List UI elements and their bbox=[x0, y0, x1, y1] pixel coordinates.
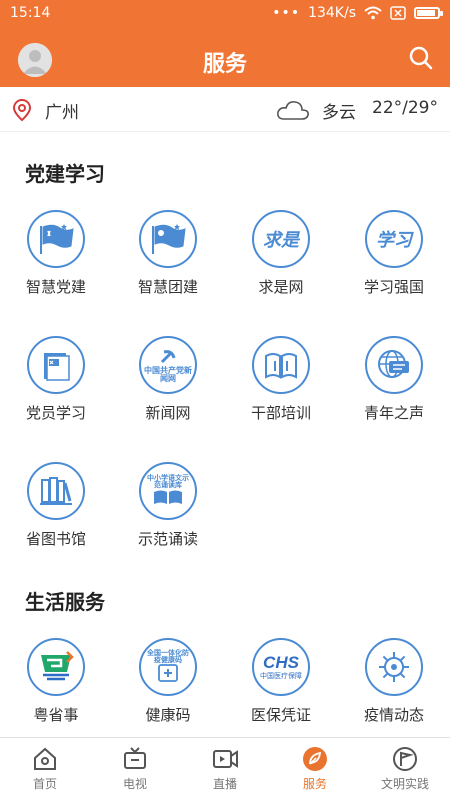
bookshelf-icon bbox=[27, 462, 85, 520]
app-header: 服务 bbox=[0, 27, 450, 87]
service-label: 党员学习 bbox=[25, 404, 86, 422]
flag-youth-icon bbox=[139, 210, 197, 268]
service-item-yueshengshi[interactable]: 粤省事 bbox=[0, 638, 112, 725]
service-label: 粤省事 bbox=[33, 706, 79, 724]
weather-condition: 多云 bbox=[322, 103, 356, 123]
service-item-provincial-library[interactable]: 省图书馆 bbox=[0, 462, 112, 549]
cloud-icon bbox=[277, 101, 309, 120]
page-title: 服务 bbox=[202, 52, 247, 77]
temperature-range: 22°/29° bbox=[372, 98, 438, 118]
service-leaf-icon bbox=[303, 747, 327, 771]
service-item-news[interactable]: 中国共产党新闻网 新闻网 bbox=[112, 336, 224, 423]
network-speed: 134K/s bbox=[308, 5, 356, 21]
tab-live[interactable]: 直播 bbox=[180, 738, 270, 792]
service-item-xuexi[interactable]: 学习 学习强国 bbox=[338, 210, 450, 297]
service-item-youth-voice[interactable]: 青年之声 bbox=[338, 336, 450, 423]
status-time: 15:14 bbox=[10, 5, 51, 21]
home-icon bbox=[34, 747, 56, 770]
service-label: 新闻网 bbox=[145, 404, 191, 422]
service-item-model-reading[interactable]: 中小学语文示范诵读库 示范诵读 bbox=[112, 462, 224, 549]
qiushi-calligraphy-icon: 求是 bbox=[252, 210, 310, 268]
service-label: 智慧团建 bbox=[137, 278, 198, 296]
tab-service[interactable]: 服务 bbox=[270, 738, 360, 792]
tab-civilization-practice[interactable]: 文明实践 bbox=[360, 738, 450, 792]
service-label: 智慧党建 bbox=[25, 278, 86, 296]
service-item-qiushi[interactable]: 求是 求是网 bbox=[225, 210, 337, 297]
yueshengshi-icon bbox=[27, 638, 85, 696]
section-title-life: 生活服务 bbox=[25, 590, 105, 614]
service-item-party-study[interactable]: 党员学习 bbox=[0, 336, 112, 423]
service-item-epidemic-news[interactable]: 疫情动态 bbox=[338, 638, 450, 725]
service-item-medical-insurance[interactable]: CHS 中国医疗保障 医保凭证 bbox=[225, 638, 337, 725]
chs-icon: CHS 中国医疗保障 bbox=[252, 638, 310, 696]
service-item-smart-youth[interactable]: 智慧团建 bbox=[112, 210, 224, 297]
flag-party-icon bbox=[27, 210, 85, 268]
search-icon[interactable] bbox=[408, 45, 434, 71]
tab-tv[interactable]: 电视 bbox=[90, 738, 180, 792]
service-label: 青年之声 bbox=[363, 404, 424, 422]
service-label: 干部培训 bbox=[250, 404, 311, 422]
sim-x-icon bbox=[390, 6, 406, 20]
globe-message-icon bbox=[365, 336, 423, 394]
service-label: 示范诵读 bbox=[137, 530, 198, 548]
service-label: 求是网 bbox=[258, 278, 304, 296]
flag-circle-icon bbox=[393, 747, 417, 771]
open-book-icon bbox=[252, 336, 310, 394]
section-title-party: 党建学习 bbox=[25, 162, 105, 186]
reading-book-icon: 中小学语文示范诵读库 bbox=[139, 462, 197, 520]
virus-icon bbox=[365, 638, 423, 696]
party-news-icon: 中国共产党新闻网 bbox=[139, 336, 197, 394]
wifi-icon bbox=[364, 6, 382, 20]
service-item-cadre-training[interactable]: 干部培训 bbox=[225, 336, 337, 423]
health-code-icon: 全国一体化防疫健康码 bbox=[139, 638, 197, 696]
service-item-smart-party[interactable]: 智慧党建 bbox=[0, 210, 112, 297]
location-pin-icon[interactable] bbox=[12, 98, 32, 122]
tab-home[interactable]: 首页 bbox=[0, 738, 90, 792]
bottom-tab-bar: 首页 电视 直播 服务 文明实践 bbox=[0, 737, 450, 800]
tv-icon bbox=[124, 747, 146, 769]
party-book-icon bbox=[27, 336, 85, 394]
battery-icon bbox=[414, 7, 443, 19]
service-item-health-code[interactable]: 全国一体化防疫健康码 健康码 bbox=[112, 638, 224, 725]
city-name[interactable]: 广州 bbox=[45, 98, 79, 123]
live-video-icon bbox=[213, 750, 238, 768]
service-label: 健康码 bbox=[145, 706, 191, 724]
service-label: 医保凭证 bbox=[250, 706, 311, 724]
service-label: 学习强国 bbox=[363, 278, 424, 296]
weather-bar: 广州 多云 22°/29° bbox=[0, 87, 450, 132]
service-label: 疫情动态 bbox=[363, 706, 424, 724]
xuexi-calligraphy-icon: 学习 bbox=[365, 210, 423, 268]
notification-dots: ••• bbox=[272, 5, 301, 21]
status-bar: 15:14 ••• 134K/s bbox=[0, 0, 450, 27]
service-label: 省图书馆 bbox=[25, 530, 86, 548]
